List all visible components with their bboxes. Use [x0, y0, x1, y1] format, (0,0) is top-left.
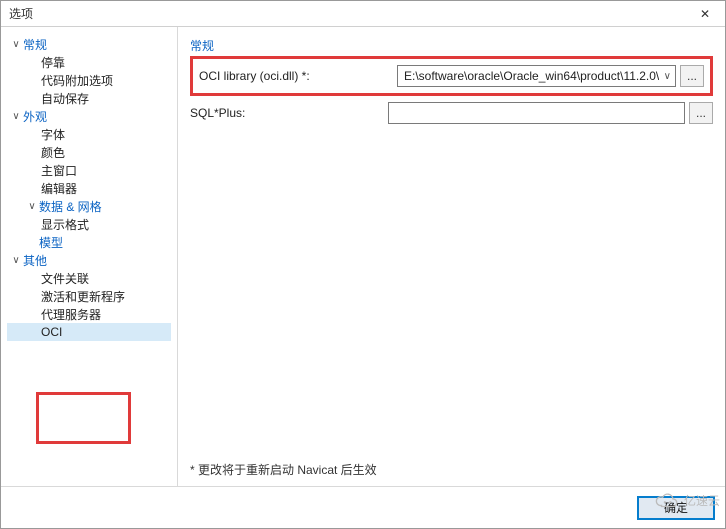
tree-item-dock[interactable]: 停靠 [7, 53, 171, 71]
sqlplus-input[interactable] [388, 102, 685, 124]
tree-item-displayfmt[interactable]: 显示格式 [7, 215, 171, 233]
titlebar: 选项 ✕ [1, 1, 725, 27]
sqlplus-label: SQL*Plus: [190, 106, 388, 120]
tree-label: 文件关联 [41, 270, 89, 287]
tree-item-other[interactable]: ∨ 其他 [7, 251, 171, 269]
tree-item-general[interactable]: ∨ 常规 [7, 35, 171, 53]
restart-note: * 更改将于重新启动 Navicat 后生效 [190, 451, 713, 478]
cloud-icon [654, 491, 680, 509]
tree-item-mainwin[interactable]: 主窗口 [7, 161, 171, 179]
tree-label: 字体 [41, 126, 65, 143]
dialog-footer: 确定 [1, 486, 725, 528]
close-button[interactable]: ✕ [685, 1, 725, 26]
tree-item-fileassoc[interactable]: 文件关联 [7, 269, 171, 287]
tree-item-oci[interactable]: OCI [7, 323, 171, 341]
oci-library-combo[interactable]: E:\software\oracle\Oracle_win64\product\… [397, 65, 676, 87]
main-panel: 常规 OCI library (oci.dll) *: E:\software\… [178, 27, 725, 486]
tree-label: 停靠 [41, 54, 65, 71]
tree-label: 代理服务器 [41, 306, 101, 323]
chevron-down-icon[interactable]: ∨ [25, 201, 39, 212]
tree-item-codeaddon[interactable]: 代码附加选项 [7, 71, 171, 89]
watermark-text: 亿速云 [684, 492, 720, 509]
tree-item-autosave[interactable]: 自动保存 [7, 89, 171, 107]
oci-library-field: E:\software\oracle\Oracle_win64\product\… [397, 65, 704, 87]
sqlplus-field: ... [388, 102, 713, 124]
tree-item-model[interactable]: ∨ 模型 [7, 233, 171, 251]
tree-label: 其他 [23, 252, 47, 269]
sqlplus-browse-button[interactable]: ... [689, 102, 713, 124]
tree-label: 代码附加选项 [41, 72, 113, 89]
tree-item-datagrid[interactable]: ∨ 数据 & 网格 [7, 197, 171, 215]
section-title: 常规 [190, 37, 713, 54]
options-dialog: 选项 ✕ ∨ 常规 停靠 代码附加选项 自动保存 ∨ 外观 [0, 0, 726, 529]
chevron-down-icon[interactable]: ∨ [9, 111, 23, 122]
tree-label: 自动保存 [41, 90, 89, 107]
tree-item-proxy[interactable]: 代理服务器 [7, 305, 171, 323]
close-icon: ✕ [700, 7, 710, 21]
tree-label: 编辑器 [41, 180, 77, 197]
tree-label: 数据 & 网格 [39, 198, 102, 215]
oci-library-value: E:\software\oracle\Oracle_win64\product\… [404, 69, 659, 83]
oci-browse-button[interactable]: ... [680, 65, 704, 87]
watermark: 亿速云 [654, 491, 720, 509]
ellipsis-icon: ... [696, 106, 706, 120]
tree-item-color[interactable]: 颜色 [7, 143, 171, 161]
tree-label: 外观 [23, 108, 47, 125]
oci-library-label: OCI library (oci.dll) *: [199, 69, 397, 83]
tree-item-editor[interactable]: 编辑器 [7, 179, 171, 197]
tree-item-appearance[interactable]: ∨ 外观 [7, 107, 171, 125]
ellipsis-icon: ... [687, 69, 697, 83]
tree-label: 模型 [39, 234, 63, 251]
tree-item-activation[interactable]: 激活和更新程序 [7, 287, 171, 305]
tree-label: OCI [41, 325, 62, 339]
chevron-down-icon[interactable]: ∨ [9, 255, 23, 266]
sidebar-tree: ∨ 常规 停靠 代码附加选项 自动保存 ∨ 外观 字体 颜色 [1, 27, 178, 486]
oci-row-highlight: OCI library (oci.dll) *: E:\software\ora… [190, 56, 713, 96]
tree-label: 主窗口 [41, 162, 77, 179]
dialog-body: ∨ 常规 停靠 代码附加选项 自动保存 ∨ 外观 字体 颜色 [1, 27, 725, 486]
tree-label: 常规 [23, 36, 47, 53]
tree-label: 显示格式 [41, 216, 89, 233]
form-row-oci: OCI library (oci.dll) *: E:\software\ora… [199, 65, 704, 87]
form-row-sqlplus: SQL*Plus: ... [190, 102, 713, 124]
tree-label: 颜色 [41, 144, 65, 161]
chevron-down-icon[interactable]: ∨ [9, 39, 23, 50]
tree-item-font[interactable]: 字体 [7, 125, 171, 143]
tree-label: 激活和更新程序 [41, 288, 125, 305]
chevron-down-icon: ∨ [664, 71, 671, 82]
window-title: 选项 [1, 5, 33, 22]
